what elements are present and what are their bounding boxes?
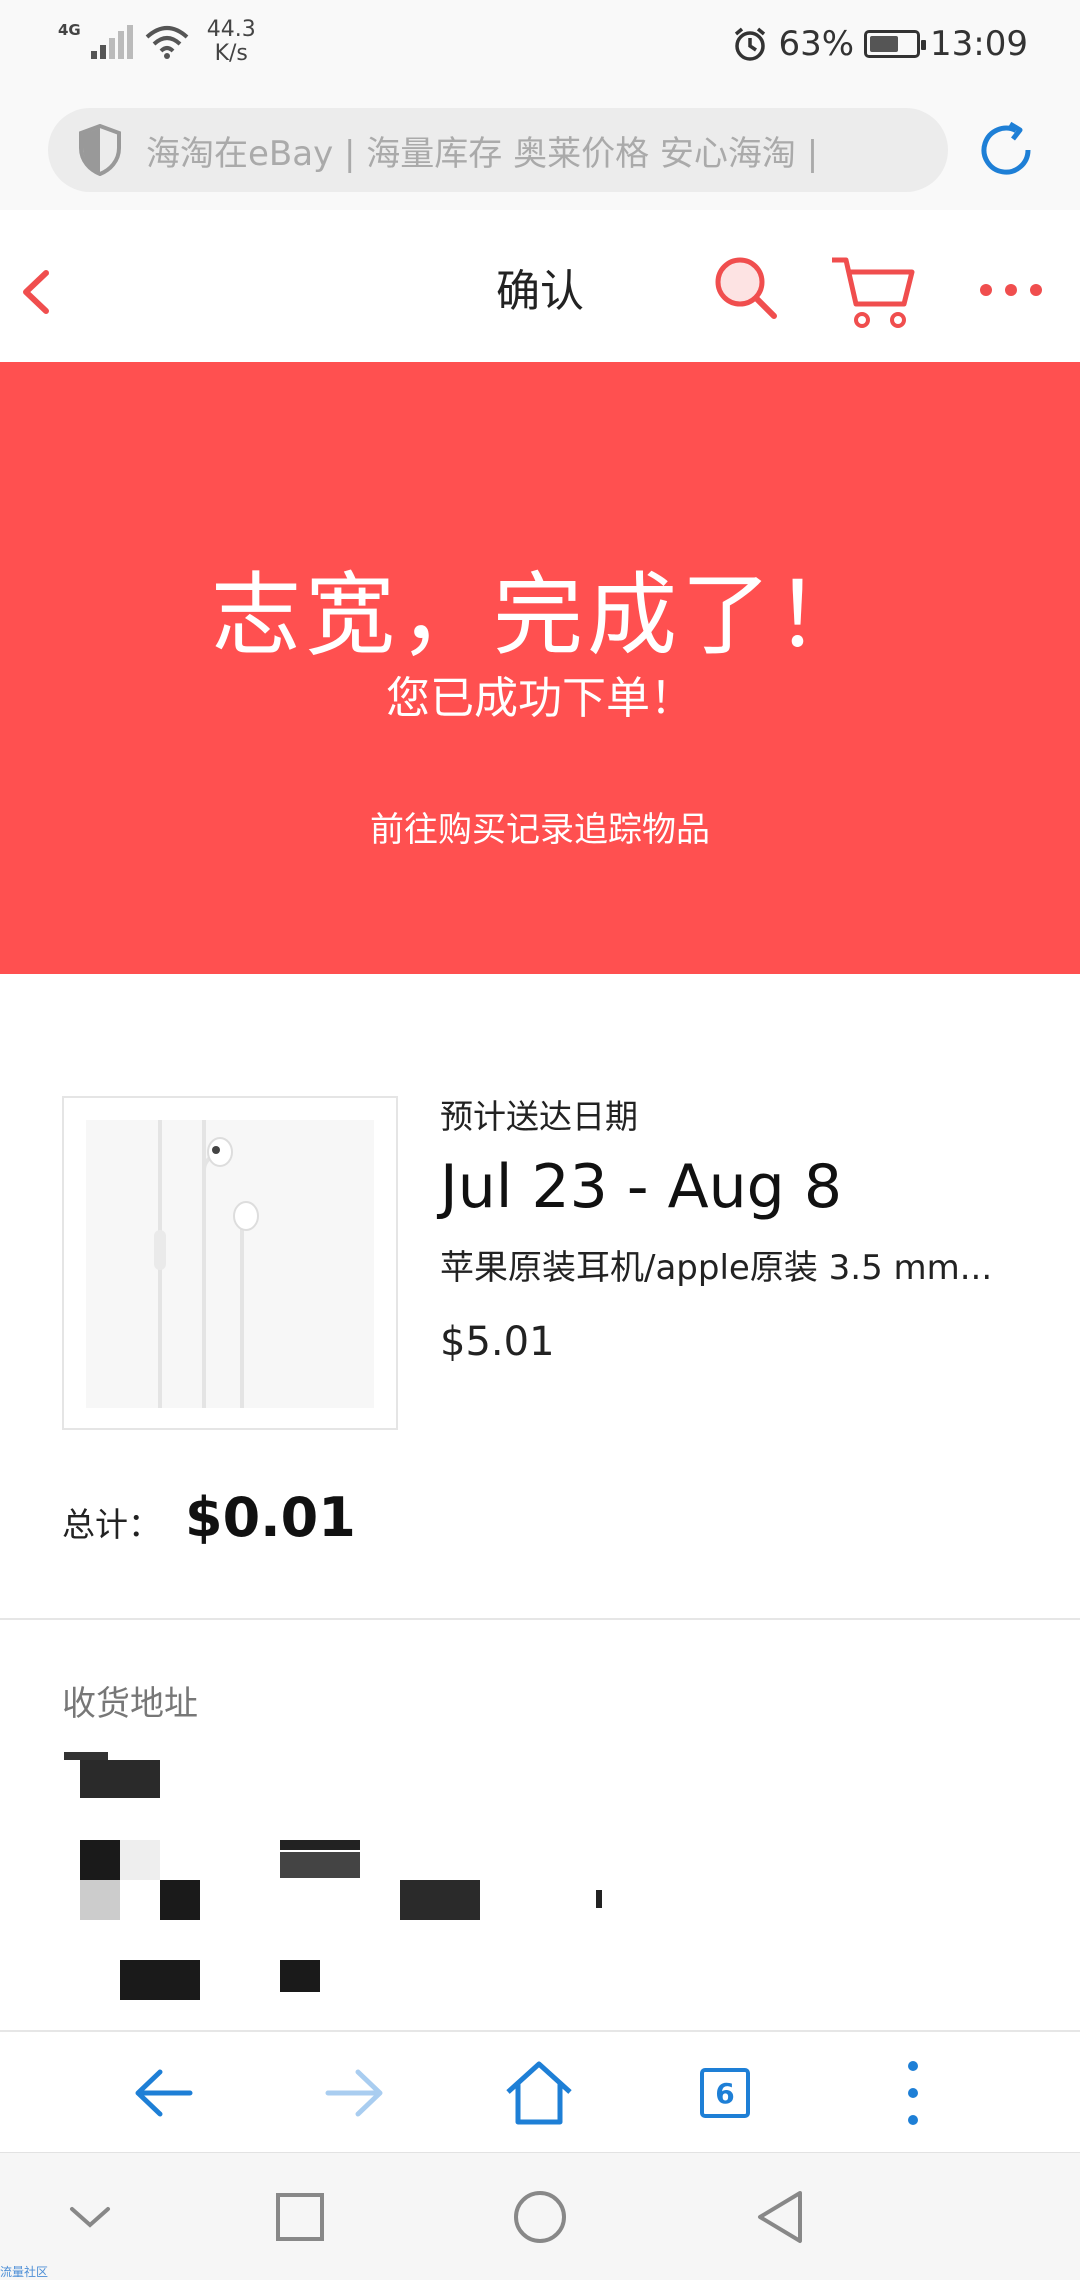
confirmation-headline: 志宽，完成了！ <box>211 563 869 668</box>
eta-label: 预计送达日期 <box>440 1097 638 1136</box>
total-value: $0.01 <box>185 1486 356 1549</box>
status-right: 63% 13:09 <box>732 24 1028 64</box>
earphones-image <box>154 1120 259 1408</box>
back-arrow-icon[interactable] <box>128 2056 202 2130</box>
battery-icon <box>864 30 927 58</box>
recents-square-icon[interactable] <box>270 2187 330 2247</box>
product-image[interactable] <box>62 1096 398 1430</box>
product-title[interactable]: 苹果原装耳机/apple原装 3.5 mm... <box>440 1240 1040 1289</box>
alarm-icon <box>735 27 766 61</box>
menu-dots-icon[interactable] <box>876 2056 950 2130</box>
track-order-link[interactable]: 前往购买记录追踪物品 <box>0 802 1080 851</box>
browser-bottom-nav: 6 <box>0 2030 1080 2152</box>
network-speed: 44.3 K/s <box>207 18 256 66</box>
status-left: 4G 44.3 K/s <box>58 18 256 66</box>
product-price: $5.01 <box>440 1319 555 1365</box>
browser-toolbar: 海淘在eBay | 海量库存 奥莱价格 安心海淘 | <box>0 92 1080 210</box>
page-title: 确认 <box>496 266 584 317</box>
total-label: 总计： <box>62 1505 161 1544</box>
home-icon[interactable] <box>502 2056 576 2130</box>
section-divider <box>0 1618 1080 1620</box>
more-options-icon[interactable] <box>978 280 1044 300</box>
refresh-icon[interactable] <box>972 116 1040 184</box>
confirmation-banner: 志宽，完成了！ 您已成功下单！ 前往购买记录追踪物品 <box>0 362 1080 974</box>
back-triangle-icon[interactable] <box>750 2187 810 2247</box>
search-icon[interactable] <box>712 254 778 320</box>
signal-icon <box>90 25 133 59</box>
product-image-area <box>86 1120 374 1408</box>
order-total: 总计： $0.01 <box>62 1486 356 1549</box>
product-info: 预计送达日期 Jul 23 - Aug 8 苹果原装耳机/apple原装 3.5… <box>440 1090 1060 1365</box>
tabs-count: 6 <box>700 2068 750 2118</box>
clock: 13:09 <box>930 24 1028 64</box>
speed-unit: K/s <box>214 41 248 66</box>
confirmation-subtitle: 您已成功下单！ <box>386 673 694 724</box>
url-text: 海淘在eBay | 海量库存 奥莱价格 安心海淘 | <box>146 133 819 174</box>
speed-value: 44.3 <box>206 17 256 42</box>
status-bar: 4G 44.3 K/s 63% 13:09 <box>0 0 1080 92</box>
address-bar[interactable]: 海淘在eBay | 海量库存 奥莱价格 安心海淘 | <box>48 108 948 192</box>
cart-icon[interactable] <box>830 254 916 330</box>
eta-dates: Jul 23 - Aug 8 <box>440 1152 843 1222</box>
home-circle-icon[interactable] <box>510 2187 570 2247</box>
shipping-address-title: 收货地址 <box>62 1684 198 1724</box>
collapse-chevron-icon[interactable] <box>60 2187 120 2247</box>
forward-arrow-icon[interactable] <box>316 2056 390 2130</box>
page-header: 确认 <box>0 210 1080 362</box>
system-nav-bar: 流量社区 <box>0 2152 1080 2280</box>
watermark: 流量社区 <box>0 2265 49 2279</box>
tabs-button[interactable]: 6 <box>688 2056 762 2130</box>
shield-icon <box>79 124 121 176</box>
network-type: 4G <box>58 21 81 39</box>
wifi-icon <box>145 26 189 59</box>
battery-percent: 63% <box>778 24 855 64</box>
